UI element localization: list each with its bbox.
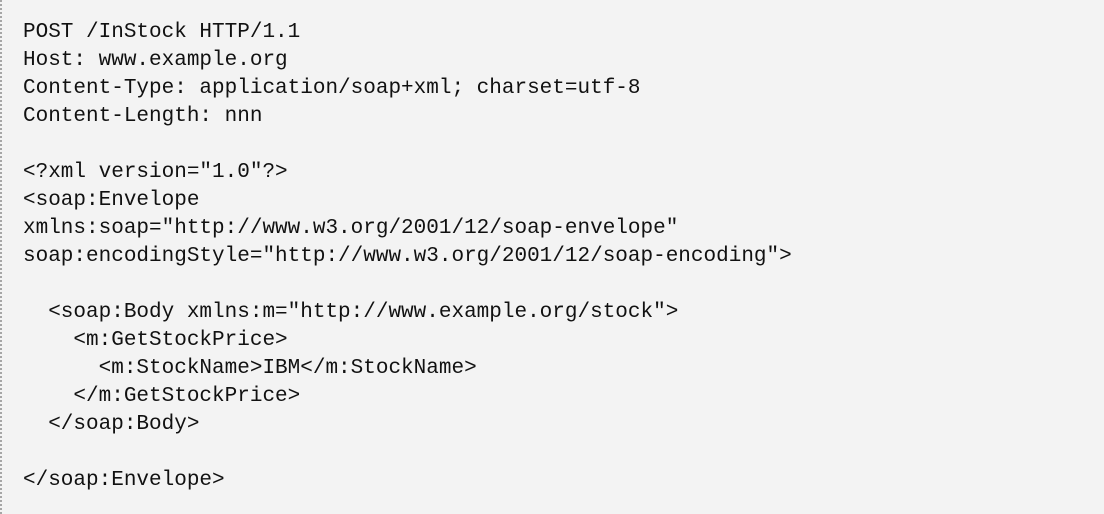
host-header-line: Host: www.example.org: [23, 49, 288, 72]
soap-body-close-line: </soap:Body>: [23, 413, 200, 436]
code-block: POST /InStock HTTP/1.1 Host: www.example…: [0, 0, 1104, 514]
http-request-line: POST /InStock HTTP/1.1: [23, 21, 301, 44]
get-stock-price-close-line: </m:GetStockPrice>: [23, 385, 301, 408]
soap-envelope-close-line: </soap:Envelope>: [23, 469, 225, 492]
soap-envelope-open-line: <soap:Envelope: [23, 189, 200, 212]
xml-declaration-line: <?xml version="1.0"?>: [23, 161, 288, 184]
soap-namespace-line: xmlns:soap="http://www.w3.org/2001/12/so…: [23, 217, 679, 240]
get-stock-price-open-line: <m:GetStockPrice>: [23, 329, 288, 352]
content-type-header-line: Content-Type: application/soap+xml; char…: [23, 77, 641, 100]
stock-name-line: <m:StockName>IBM</m:StockName>: [23, 357, 477, 380]
soap-encoding-style-line: soap:encodingStyle="http://www.w3.org/20…: [23, 245, 792, 268]
soap-body-open-line: <soap:Body xmlns:m="http://www.example.o…: [23, 301, 679, 324]
content-length-header-line: Content-Length: nnn: [23, 105, 263, 128]
